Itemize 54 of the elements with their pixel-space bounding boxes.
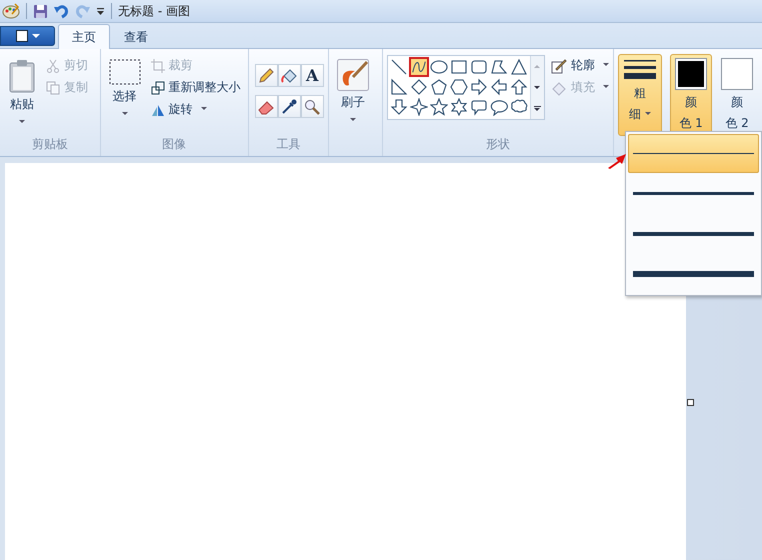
clipboard-icon: [8, 59, 36, 93]
shape-button[interactable]: [508, 57, 529, 77]
size-button[interactable]: 粗 细: [618, 54, 662, 136]
shape-button[interactable]: [488, 77, 509, 97]
pointer-arrow-icon: [607, 153, 627, 169]
rotate-icon: [150, 102, 165, 116]
shape-button[interactable]: [408, 77, 429, 97]
scissors-icon: [46, 58, 60, 72]
customize-caret-icon[interactable]: [96, 6, 105, 16]
file-menu-button[interactable]: [0, 26, 55, 46]
brush-icon: [336, 59, 369, 91]
rotate-button[interactable]: 旋转: [148, 99, 243, 120]
paint-palette-icon[interactable]: [2, 3, 20, 19]
resize-icon: [150, 80, 165, 94]
window-title: 无标题 - 画图: [118, 2, 190, 20]
brushes-button[interactable]: 刷子: [332, 54, 373, 136]
dashed-rectangle-icon: [108, 59, 141, 85]
group-label: 形状: [486, 136, 510, 153]
color-button[interactable]: 颜 色 2: [716, 54, 758, 136]
group-label: 剪贴板: [32, 136, 68, 153]
save-icon[interactable]: [33, 4, 48, 18]
picker-tool-button[interactable]: [278, 95, 301, 118]
undo-icon[interactable]: [54, 4, 69, 18]
pencil-icon: [550, 58, 567, 74]
shape-button[interactable]: [468, 77, 489, 97]
group-label: 图像: [162, 136, 186, 153]
shape-button[interactable]: [388, 97, 409, 117]
resize-handle[interactable]: [687, 399, 694, 406]
shape-button[interactable]: [388, 57, 409, 77]
line-size-option[interactable]: [628, 134, 759, 173]
shape-button[interactable]: [428, 97, 449, 117]
ribbon-tab[interactable]: 查看: [110, 25, 162, 49]
shape-button[interactable]: [448, 97, 469, 117]
eraser-tool-button[interactable]: [254, 95, 278, 118]
pencil-tool-button[interactable]: [254, 64, 278, 87]
shape-button[interactable]: [428, 77, 449, 97]
shape-button[interactable]: [508, 77, 529, 97]
paste-button[interactable]: 粘贴: [4, 54, 40, 136]
line-widths-icon: [624, 59, 656, 81]
outline-button[interactable]: 轮廓: [548, 55, 611, 76]
crop-icon: [150, 58, 165, 72]
magnifier-tool-button[interactable]: [300, 95, 324, 118]
ribbon-tab[interactable]: 主页: [58, 24, 110, 49]
text-tool-button[interactable]: A: [300, 64, 324, 87]
shape-button[interactable]: [408, 97, 429, 117]
resize-button[interactable]: 重新调整大小: [148, 77, 243, 98]
group-label: 工具: [276, 136, 300, 153]
select-button[interactable]: 选择: [104, 54, 145, 136]
fill-bucket-icon: [550, 80, 567, 96]
fill-tool-button[interactable]: [278, 64, 301, 87]
shape-button[interactable]: [448, 77, 469, 97]
shape-button[interactable]: [408, 57, 429, 77]
copy-icon: [46, 80, 60, 94]
shape-button[interactable]: [388, 77, 409, 97]
